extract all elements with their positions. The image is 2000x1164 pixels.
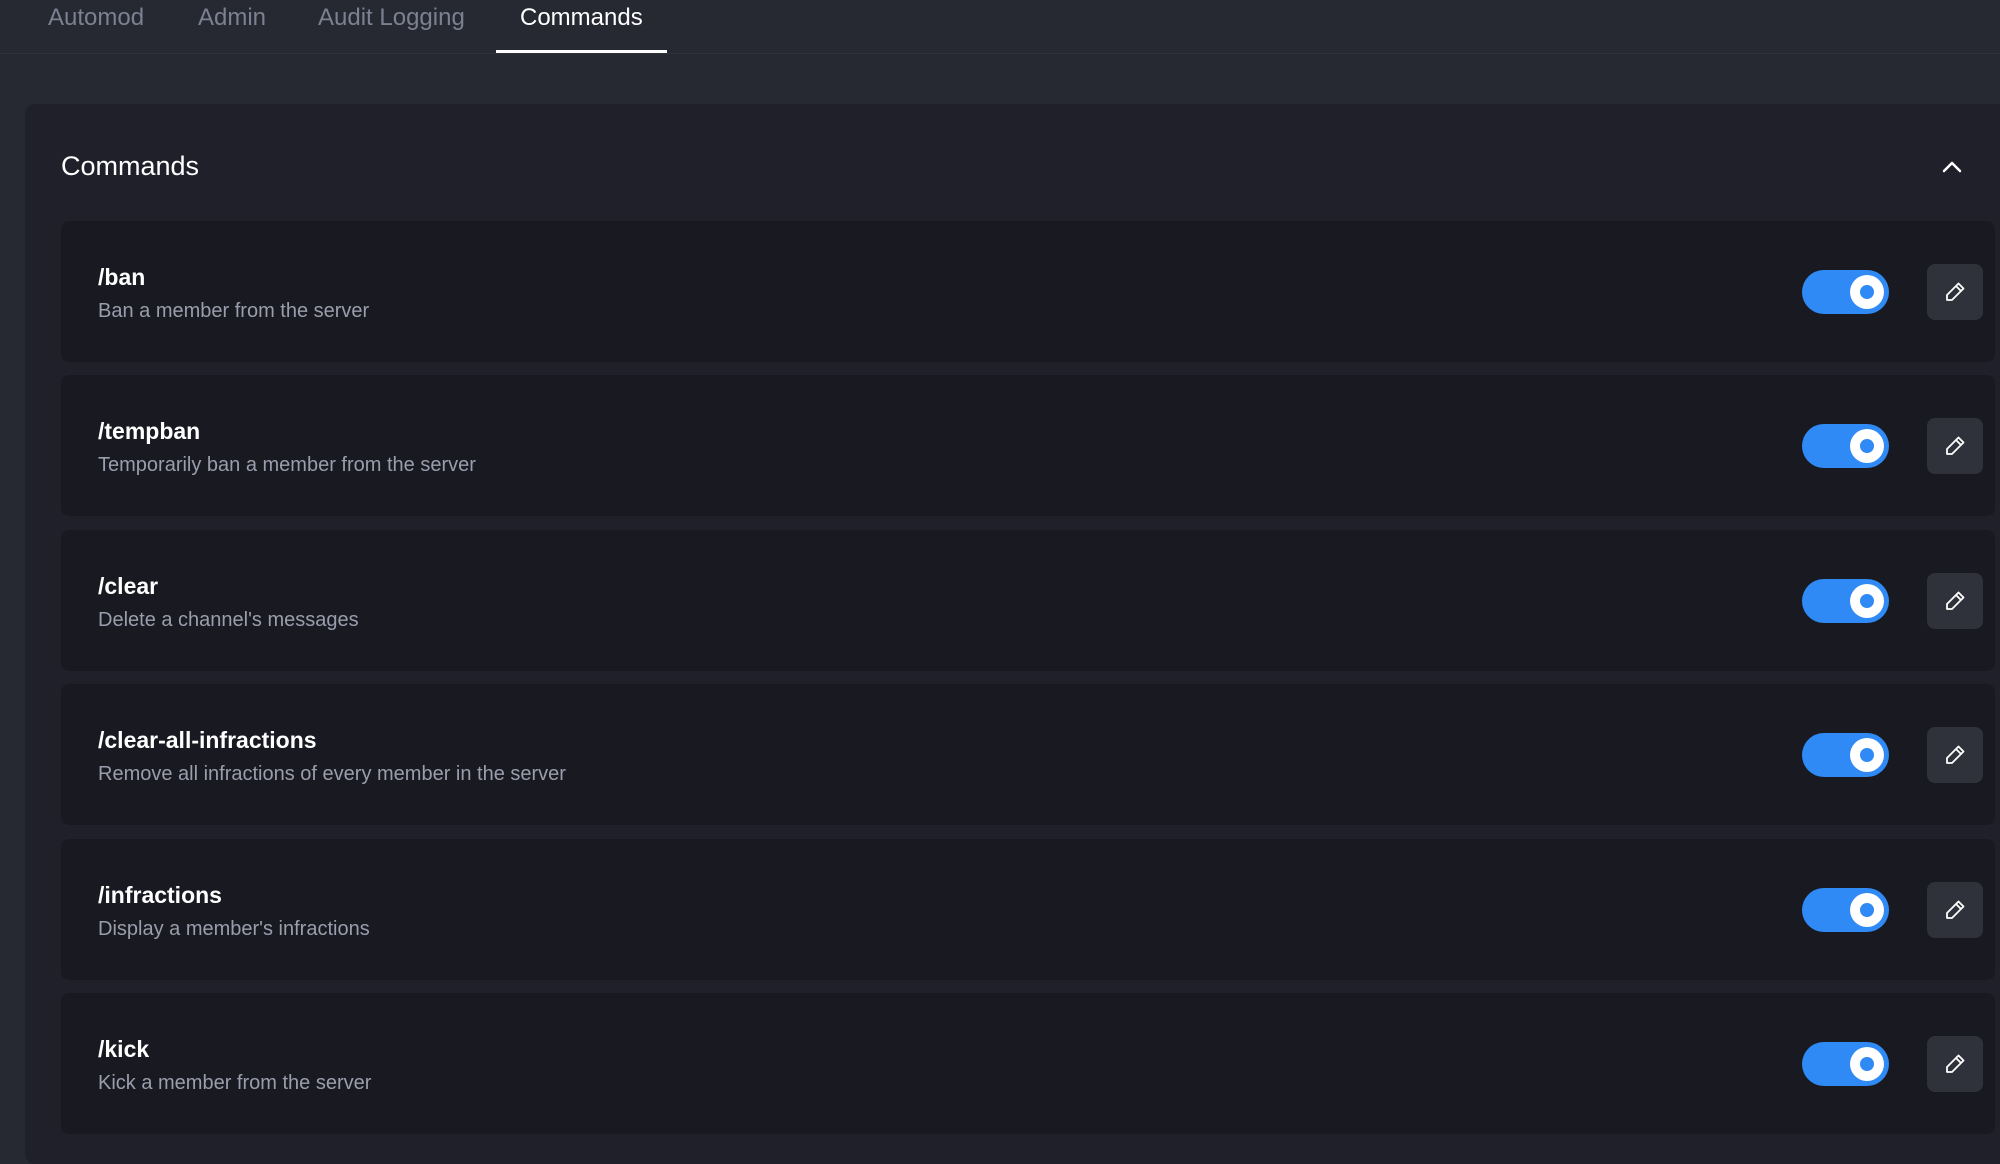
command-description: Temporarily ban a member from the server	[98, 454, 476, 476]
tab-bar: Automod Admin Audit Logging Commands	[0, 0, 2000, 54]
pencil-icon	[1946, 745, 1965, 764]
tab-audit-logging[interactable]: Audit Logging	[318, 0, 465, 53]
toggle-knob	[1850, 738, 1884, 772]
edit-button[interactable]	[1927, 882, 1983, 938]
pencil-icon	[1946, 436, 1965, 455]
command-card-ban: /ban Ban a member from the server	[61, 221, 1995, 362]
pencil-icon	[1946, 591, 1965, 610]
command-toggle[interactable]	[1802, 270, 1889, 314]
toggle-knob	[1850, 275, 1884, 309]
command-card-infractions: /infractions Display a member's infracti…	[61, 839, 1995, 980]
command-toggle[interactable]	[1802, 888, 1889, 932]
edit-button[interactable]	[1927, 264, 1983, 320]
command-name: /kick	[98, 1036, 150, 1062]
collapse-button[interactable]	[1937, 152, 1967, 182]
command-card-clear-all-infractions: /clear-all-infractions Remove all infrac…	[61, 684, 1995, 825]
command-toggle[interactable]	[1802, 733, 1889, 777]
pencil-icon	[1946, 1054, 1965, 1073]
tab-automod[interactable]: Automod	[48, 0, 144, 53]
command-name: /tempban	[98, 418, 201, 444]
tab-admin[interactable]: Admin	[198, 0, 266, 53]
command-description: Remove all infractions of every member i…	[98, 763, 566, 785]
command-card-kick: /kick Kick a member from the server	[61, 993, 1995, 1134]
edit-button[interactable]	[1927, 573, 1983, 629]
edit-button[interactable]	[1927, 727, 1983, 783]
toggle-knob	[1850, 893, 1884, 927]
command-name: /ban	[98, 264, 146, 290]
chevron-up-icon	[1942, 161, 1962, 173]
command-description: Ban a member from the server	[98, 300, 370, 322]
command-toggle[interactable]	[1802, 579, 1889, 623]
tab-commands[interactable]: Commands	[496, 0, 667, 53]
edit-button[interactable]	[1927, 418, 1983, 474]
command-name: /clear-all-infractions	[98, 727, 317, 753]
pencil-icon	[1946, 282, 1965, 301]
command-description: Display a member's infractions	[98, 918, 370, 940]
pencil-icon	[1946, 900, 1965, 919]
command-description: Delete a channel's messages	[98, 609, 359, 631]
toggle-knob	[1850, 429, 1884, 463]
commands-panel: Commands /ban Ban a member from the serv…	[25, 104, 2000, 1164]
command-name: /infractions	[98, 882, 222, 908]
command-toggle[interactable]	[1802, 424, 1889, 468]
command-name: /clear	[98, 573, 159, 599]
command-toggle[interactable]	[1802, 1042, 1889, 1086]
toggle-knob	[1850, 584, 1884, 618]
command-card-clear: /clear Delete a channel's messages	[61, 530, 1995, 671]
toggle-knob	[1850, 1047, 1884, 1081]
edit-button[interactable]	[1927, 1036, 1983, 1092]
command-card-tempban: /tempban Temporarily ban a member from t…	[61, 375, 1995, 516]
command-description: Kick a member from the server	[98, 1072, 372, 1094]
panel-title: Commands	[61, 151, 200, 181]
